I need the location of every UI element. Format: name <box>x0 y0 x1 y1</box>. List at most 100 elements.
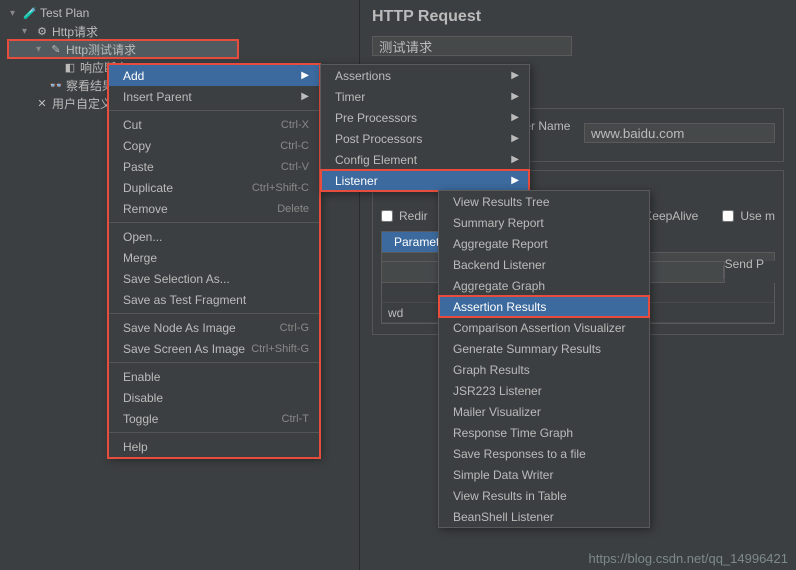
shortcut: Ctrl+Shift-G <box>251 343 309 355</box>
menu-item-listener[interactable]: Listener ▶ <box>321 170 529 191</box>
menu-item-view-results-tree[interactable]: View Results Tree <box>439 191 649 212</box>
menu-item-enable[interactable]: Enable <box>109 366 319 387</box>
tree-node-test-plan[interactable]: ▾ 🧪 Test Plan <box>8 4 359 22</box>
menu-item-assertions[interactable]: Assertions▶ <box>321 65 529 86</box>
tree-node-http-test-req[interactable]: ▾ ✎ Http测试请求 <box>8 40 238 58</box>
wrench-icon: ✕ <box>34 95 50 111</box>
send-params-label: Send P <box>725 257 764 271</box>
menu-item-response-time-graph[interactable]: Response Time Graph <box>439 422 649 443</box>
menu-item-add[interactable]: Add ▶ <box>109 65 319 86</box>
menu-item-post-processors[interactable]: Post Processors ▶ <box>321 128 529 149</box>
menu-item-duplicate[interactable]: DuplicateCtrl+Shift-C <box>109 177 319 198</box>
chevron-right-icon: ▶ <box>511 175 519 186</box>
menu-item-help[interactable]: Help <box>109 436 319 457</box>
menu-separator <box>109 222 319 223</box>
name-field[interactable] <box>372 36 572 56</box>
menu-item-jsr223-listener[interactable]: JSR223 Listener <box>439 380 649 401</box>
menu-item-paste[interactable]: PasteCtrl-V <box>109 156 319 177</box>
menu-label: Pre Processors <box>335 111 417 125</box>
chevron-right-icon: ▶ <box>511 112 519 123</box>
menu-item-insert-parent[interactable]: Insert Parent ▶ <box>109 86 319 107</box>
menu-label: Save Screen As Image <box>123 342 245 356</box>
chevron-down-icon: ▾ <box>36 44 48 55</box>
tree-node-http-group[interactable]: ▾ ⚙ Http请求 <box>8 22 359 40</box>
menu-label: Aggregate Graph <box>453 279 545 293</box>
menu-label: Summary Report <box>453 216 544 230</box>
chevron-down-icon: ▾ <box>10 8 22 19</box>
menu-item-merge[interactable]: Merge <box>109 247 319 268</box>
menu-separator <box>109 432 319 433</box>
tree-label: Http测试请求 <box>66 41 136 58</box>
menu-item-config-element[interactable]: Config Element ▶ <box>321 149 529 170</box>
menu-item-comparison-visualizer[interactable]: Comparison Assertion Visualizer <box>439 317 649 338</box>
menu-item-remove[interactable]: RemoveDelete <box>109 198 319 219</box>
menu-item-view-results-table[interactable]: View Results in Table <box>439 485 649 506</box>
shortcut: Ctrl+Shift-C <box>252 182 309 194</box>
shortcut: Ctrl-V <box>281 161 309 173</box>
redirect-checkbox[interactable] <box>381 210 393 222</box>
menu-separator <box>109 362 319 363</box>
chevron-right-icon: ▶ <box>301 91 309 102</box>
tree-label: Test Plan <box>40 6 89 20</box>
menu-item-toggle[interactable]: ToggleCtrl-T <box>109 408 319 429</box>
menu-item-backend-listener[interactable]: Backend Listener <box>439 254 649 275</box>
menu-item-save-node-image[interactable]: Save Node As ImageCtrl-G <box>109 317 319 338</box>
menu-label: Backend Listener <box>453 258 546 272</box>
menu-item-aggregate-graph[interactable]: Aggregate Graph <box>439 275 649 296</box>
menu-label: Enable <box>123 370 160 384</box>
menu-label: Listener <box>335 174 378 188</box>
menu-item-save-screen-image[interactable]: Save Screen As Image Ctrl+Shift-G <box>109 338 319 359</box>
menu-label: BeanShell Listener <box>453 510 554 524</box>
menu-item-open[interactable]: Open... <box>109 226 319 247</box>
context-menu: Add ▶ Insert Parent ▶ CutCtrl-X CopyCtrl… <box>108 64 320 458</box>
pipette-icon: ✎ <box>48 41 64 57</box>
watermark: https://blog.csdn.net/qq_14996421 <box>589 551 789 566</box>
menu-label: Add <box>123 69 144 83</box>
menu-label: Comparison Assertion Visualizer <box>453 321 626 335</box>
menu-item-save-selection[interactable]: Save Selection As... <box>109 268 319 289</box>
chevron-right-icon: ▶ <box>511 91 519 102</box>
menu-item-pre-processors[interactable]: Pre Processors ▶ <box>321 107 529 128</box>
listener-submenu: View Results Tree Summary Report Aggrega… <box>438 190 650 528</box>
menu-label: Assertion Results <box>453 300 546 314</box>
gear-icon: ⚙ <box>34 23 50 39</box>
menu-item-timer[interactable]: Timer▶ <box>321 86 529 107</box>
menu-label: Open... <box>123 230 162 244</box>
tree-label: Http请求 <box>52 23 98 40</box>
tree-label: 用户自定义 <box>52 95 112 112</box>
menu-separator <box>109 110 319 111</box>
chevron-right-icon: ▶ <box>511 133 519 144</box>
shortcut: Ctrl-X <box>281 119 309 131</box>
redirect-label: Redir <box>399 209 428 223</box>
chevron-down-icon: ▾ <box>22 26 34 37</box>
use-m-checkbox[interactable] <box>722 210 734 222</box>
menu-label: Save as Test Fragment <box>123 293 246 307</box>
menu-item-assertion-results[interactable]: Assertion Results <box>439 296 649 317</box>
menu-label: View Results Tree <box>453 195 550 209</box>
menu-label: Post Processors <box>335 132 422 146</box>
menu-item-beanshell-listener[interactable]: BeanShell Listener <box>439 506 649 527</box>
menu-item-generate-summary[interactable]: Generate Summary Results <box>439 338 649 359</box>
menu-item-copy[interactable]: CopyCtrl-C <box>109 135 319 156</box>
menu-label: Toggle <box>123 412 158 426</box>
menu-item-save-fragment[interactable]: Save as Test Fragment <box>109 289 319 310</box>
menu-label: Generate Summary Results <box>453 342 601 356</box>
use-m-label: Use m <box>740 209 775 223</box>
menu-label: Disable <box>123 391 163 405</box>
menu-item-summary-report[interactable]: Summary Report <box>439 212 649 233</box>
menu-label: Save Responses to a file <box>453 447 586 461</box>
menu-item-graph-results[interactable]: Graph Results <box>439 359 649 380</box>
menu-item-save-responses[interactable]: Save Responses to a file <box>439 443 649 464</box>
menu-item-cut[interactable]: CutCtrl-X <box>109 114 319 135</box>
menu-item-mailer-visualizer[interactable]: Mailer Visualizer <box>439 401 649 422</box>
binoculars-icon: 👓 <box>48 77 64 93</box>
menu-label: Config Element <box>335 153 417 167</box>
assertion-icon: ◧ <box>62 59 78 75</box>
menu-label: Copy <box>123 139 151 153</box>
menu-item-disable[interactable]: Disable <box>109 387 319 408</box>
menu-item-aggregate-report[interactable]: Aggregate Report <box>439 233 649 254</box>
menu-label: Insert Parent <box>123 90 192 104</box>
chevron-right-icon: ▶ <box>511 154 519 165</box>
menu-item-simple-data-writer[interactable]: Simple Data Writer <box>439 464 649 485</box>
server-field[interactable] <box>584 123 775 143</box>
